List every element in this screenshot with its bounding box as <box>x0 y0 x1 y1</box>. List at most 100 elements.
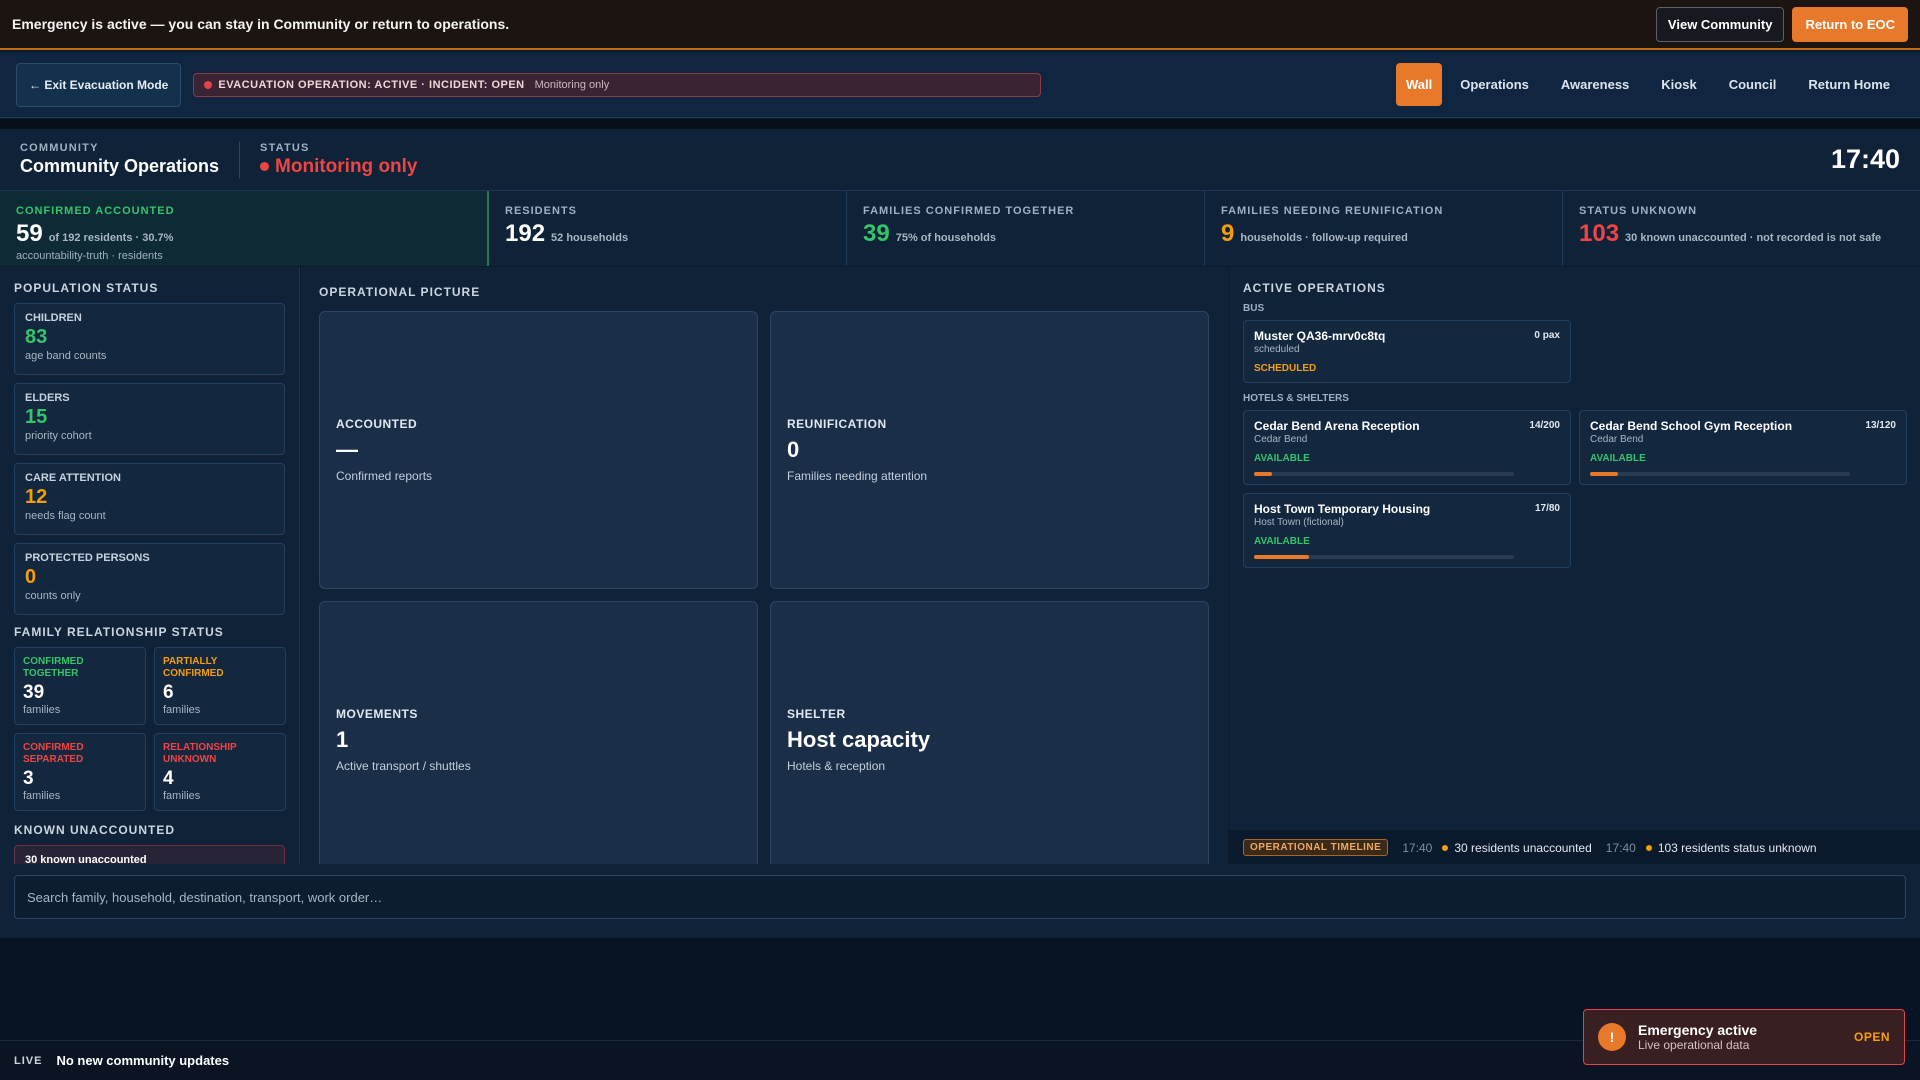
toast-title: Emergency active <box>1638 1022 1758 1038</box>
search-input[interactable] <box>14 875 1906 919</box>
toast-open-button[interactable]: OPEN <box>1854 1030 1890 1044</box>
stat-label: CONFIRMED ACCOUNTED <box>16 205 175 217</box>
operational-title: OPERATIONAL PICTURE <box>319 285 481 299</box>
stat-confirmed-accounted: CONFIRMED ACCOUNTED 59 of 192 residents … <box>0 191 489 266</box>
capacity-fill <box>1590 472 1619 476</box>
stat-desc: 52 households <box>551 232 629 244</box>
population-card-elders[interactable]: ELDERS 15 priority cohort <box>14 383 285 455</box>
stat-desc: 75% of households <box>895 232 996 244</box>
timeline-item[interactable]: 17:40 103 residents status unknown <box>1606 841 1817 855</box>
clock: 17:40 <box>1830 144 1900 174</box>
timeline-text: 103 residents status unknown <box>1657 840 1817 855</box>
shelter-capacity: 13/120 <box>1865 420 1896 431</box>
shelter-status: AVAILABLE <box>1590 453 1646 464</box>
status-value: Monitoring only <box>260 156 418 178</box>
population-card-children[interactable]: CHILDREN 83 age band counts <box>14 303 285 375</box>
tab-operations[interactable]: Operations <box>1446 63 1543 106</box>
family-title: FAMILY RELATIONSHIP STATUS <box>14 625 224 639</box>
card-desc: counts only <box>25 590 81 602</box>
shelter-location: Cedar Bend <box>1590 434 1644 445</box>
timeline-item[interactable]: 17:40 30 residents unaccounted <box>1402 841 1591 855</box>
return-to-eoc-button[interactable]: Return to EOC <box>1792 6 1908 42</box>
op-card-shelter[interactable]: SHELTER Host capacity Hotels & reception <box>770 601 1209 864</box>
nav-tabs: Wall Operations Awareness Kiosk Council … <box>1396 63 1904 106</box>
tab-return-home[interactable]: Return Home <box>1794 63 1904 106</box>
tab-awareness[interactable]: Awareness <box>1547 63 1643 106</box>
unaccounted-title: KNOWN UNACCOUNTED <box>14 823 175 837</box>
alert-icon: ! <box>1598 1023 1626 1051</box>
population-title: POPULATION STATUS <box>14 281 159 295</box>
card-number: 4 <box>163 768 174 789</box>
shelter-location: Host Town (fictional) <box>1254 517 1344 528</box>
stat-number: 192 <box>505 220 546 247</box>
timeline-text: 30 residents unaccounted <box>1454 840 1592 855</box>
exit-evacuation-button[interactable]: ← Exit Evacuation Mode <box>16 62 182 107</box>
separator-band <box>0 119 1920 129</box>
family-card-partial[interactable]: PARTIALLY CONFIRMED 6 families <box>154 647 286 725</box>
tab-council[interactable]: Council <box>1715 63 1791 106</box>
population-card-protected[interactable]: PROTECTED PERSONS 0 counts only <box>14 543 285 615</box>
banner-title: EVACUATION OPERATION: ACTIVE · INCIDENT:… <box>218 78 525 91</box>
family-card-separated[interactable]: CONFIRMED SEPARATED 3 families <box>14 733 146 811</box>
tab-kiosk[interactable]: Kiosk <box>1647 63 1710 106</box>
community-label: COMMUNITY <box>20 142 99 154</box>
shelter-name: Cedar Bend School Gym Reception <box>1590 419 1793 433</box>
stats-row: CONFIRMED ACCOUNTED 59 of 192 residents … <box>0 190 1920 266</box>
active-operations-panel: ACTIVE OPERATIONS BUS Muster QA36-mrv0c8… <box>1229 267 1920 830</box>
op-label: ACCOUNTED <box>336 417 418 431</box>
card-desc: priority cohort <box>25 430 92 442</box>
toast-sub: Live operational data <box>1638 1038 1750 1052</box>
toast-text: Emergency active Live operational data <box>1638 1022 1757 1052</box>
op-label: MOVEMENTS <box>336 707 418 721</box>
op-value: 1 <box>336 727 349 752</box>
bus-name: Muster QA36-mrv0c8tq <box>1254 329 1386 343</box>
emergency-toast[interactable]: ! Emergency active Live operational data… <box>1583 1009 1905 1065</box>
timeline-badge: OPERATIONAL TIMELINE <box>1243 839 1389 856</box>
card-desc: families <box>23 790 61 802</box>
shelter-capacity: 14/200 <box>1529 420 1560 431</box>
op-desc: Active transport / shuttles <box>336 759 471 773</box>
banner-sub: Monitoring only <box>534 78 610 91</box>
emergency-message: Emergency is active — you can stay in Co… <box>12 16 510 32</box>
live-tag: LIVE <box>14 1054 43 1067</box>
view-community-button[interactable]: View Community <box>1655 6 1785 42</box>
shelter-card[interactable]: Cedar Bend Arena Reception Cedar Bend 14… <box>1243 410 1571 485</box>
shelter-card[interactable]: Cedar Bend School Gym Reception Cedar Be… <box>1579 410 1907 485</box>
card-number: 83 <box>25 326 48 348</box>
stat-label: RESIDENTS <box>505 205 577 217</box>
status-label: STATUS <box>260 141 310 154</box>
operation-banner: EVACUATION OPERATION: ACTIVE · INCIDENT:… <box>193 72 1042 97</box>
stat-line: 192 52 households <box>505 220 830 248</box>
stat-line: 39 75% of households <box>863 220 1188 248</box>
op-card-reunification[interactable]: REUNIFICATION 0 Families needing attenti… <box>770 311 1209 589</box>
card-label: CARE ATTENTION <box>25 472 121 484</box>
population-card-care-attention[interactable]: CARE ATTENTION 12 needs flag count <box>14 463 285 535</box>
family-card-together[interactable]: CONFIRMED TOGETHER 39 families <box>14 647 146 725</box>
stat-label: STATUS UNKNOWN <box>1579 205 1698 217</box>
bus-card[interactable]: Muster QA36-mrv0c8tq scheduled 0 pax SCH… <box>1243 320 1571 383</box>
active-ops-title: ACTIVE OPERATIONS <box>1243 281 1386 295</box>
stat-sub: accountability-truth · residents <box>16 250 163 262</box>
card-label: ELDERS <box>25 392 70 404</box>
shelter-name: Host Town Temporary Housing <box>1254 502 1431 516</box>
op-desc: Confirmed reports <box>336 469 433 483</box>
capacity-bar <box>1254 472 1514 476</box>
left-panel: POPULATION STATUS CHILDREN 83 age band c… <box>0 267 300 864</box>
stat-families-reunification: FAMILIES NEEDING REUNIFICATION 9 househo… <box>1205 191 1563 266</box>
card-number: 6 <box>163 682 174 703</box>
nav-bar: ← Exit Evacuation Mode EVACUATION OPERAT… <box>0 52 1920 118</box>
emergency-actions: View Community Return to EOC <box>1655 6 1908 42</box>
card-label: PROTECTED PERSONS <box>25 552 150 564</box>
capacity-fill <box>1254 555 1310 559</box>
op-value: 0 <box>787 437 800 462</box>
tab-wall[interactable]: Wall <box>1396 63 1443 106</box>
operational-picture-panel: OPERATIONAL PICTURE ACCOUNTED — Confirme… <box>301 267 1228 864</box>
unaccounted-card[interactable]: 30 known unaccounted <box>14 845 285 864</box>
op-card-accounted[interactable]: ACCOUNTED — Confirmed reports <box>319 311 758 589</box>
stat-residents: RESIDENTS 192 52 households <box>489 191 847 266</box>
shelter-card[interactable]: Host Town Temporary Housing Host Town (f… <box>1243 493 1571 568</box>
family-card-unknown[interactable]: RELATIONSHIP UNKNOWN 4 families <box>154 733 286 811</box>
stat-label: FAMILIES NEEDING REUNIFICATION <box>1221 205 1444 217</box>
op-card-movements[interactable]: MOVEMENTS 1 Active transport / shuttles <box>319 601 758 864</box>
op-desc: Hotels & reception <box>787 759 886 773</box>
